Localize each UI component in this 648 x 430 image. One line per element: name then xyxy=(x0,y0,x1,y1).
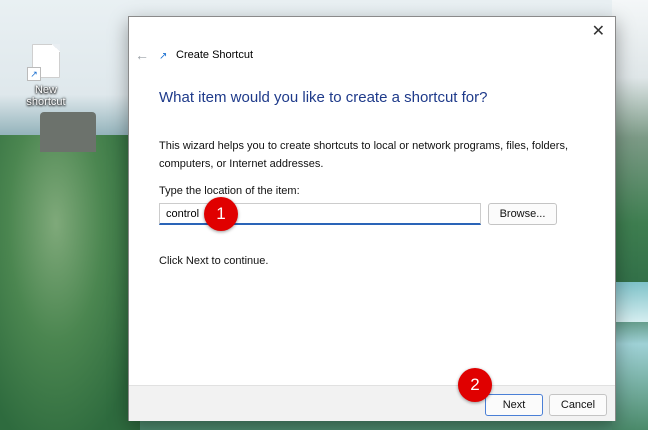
shortcut-file-icon: ↗ xyxy=(27,44,60,81)
close-icon[interactable]: ✕ xyxy=(592,21,605,41)
dialog-footer: Next Cancel xyxy=(129,385,615,421)
desktop-shortcut[interactable]: ↗ New shortcut xyxy=(14,44,78,108)
shortcut-title-icon: ↗ xyxy=(159,51,168,62)
continue-hint: Click Next to continue. xyxy=(159,255,269,267)
dialog-title: Create Shortcut xyxy=(176,49,254,61)
wallpaper-tower xyxy=(40,112,96,152)
wizard-description: This wizard helps you to create shortcut… xyxy=(159,140,569,170)
next-button[interactable]: Next xyxy=(485,394,543,416)
desktop-shortcut-label: New shortcut xyxy=(26,84,66,108)
back-arrow-icon[interactable]: ← xyxy=(135,47,149,63)
cancel-button[interactable]: Cancel xyxy=(549,394,607,416)
wallpaper-sea xyxy=(612,282,648,322)
location-label: Type the location of the item: xyxy=(159,185,300,197)
create-shortcut-dialog: ✕ ← ↗ Create Shortcut What item would yo… xyxy=(128,16,616,421)
shortcut-arrow-icon: ↗ xyxy=(27,67,41,81)
wizard-heading: What item would you like to create a sho… xyxy=(159,89,488,106)
wallpaper-hill xyxy=(0,135,140,430)
step-marker-1: 1 xyxy=(204,197,238,231)
browse-button[interactable]: Browse... xyxy=(488,203,557,225)
wallpaper-right-strip xyxy=(612,0,648,430)
step-marker-2: 2 xyxy=(458,368,492,402)
